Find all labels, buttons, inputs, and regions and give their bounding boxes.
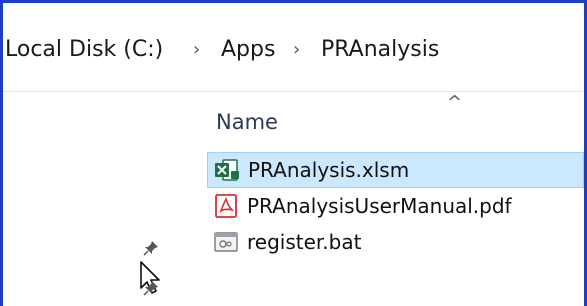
pin-icon[interactable] (143, 280, 159, 296)
breadcrumb-local-disk[interactable]: Local Disk (C:) (5, 31, 163, 67)
file-row-register-bat[interactable]: register.bat (207, 224, 584, 260)
file-name: register.bat (247, 230, 362, 254)
address-bar[interactable]: Local Disk (C:) › Apps › PRAnalysis (3, 3, 584, 92)
breadcrumb-separator[interactable]: › (193, 31, 200, 67)
pin-icon[interactable] (143, 240, 159, 256)
breadcrumb-apps[interactable]: Apps (221, 31, 275, 67)
navigation-pane (3, 92, 203, 306)
breadcrumb-pranalysis[interactable]: PRAnalysis (321, 31, 439, 67)
file-row-pranalysis-user-manual-pdf[interactable]: PRAnalysisUserManual.pdf (207, 188, 584, 224)
excel-file-icon (215, 159, 239, 181)
file-list: ^ Name PRAnalysis.xlsm PRAnalysisUserMan… (203, 92, 584, 306)
breadcrumb-separator[interactable]: › (293, 31, 300, 67)
file-name: PRAnalysis.xlsm (248, 158, 410, 182)
column-header-name[interactable]: Name (216, 110, 278, 134)
explorer-window: Local Disk (C:) › Apps › PRAnalysis ^ Na… (0, 0, 587, 306)
pdf-file-icon (215, 194, 237, 218)
file-name: PRAnalysisUserManual.pdf (247, 194, 512, 218)
file-row-pranalysis-xlsm[interactable]: PRAnalysis.xlsm (207, 152, 584, 188)
batch-file-icon (214, 232, 238, 252)
sort-ascending-icon[interactable]: ^ (447, 92, 462, 113)
